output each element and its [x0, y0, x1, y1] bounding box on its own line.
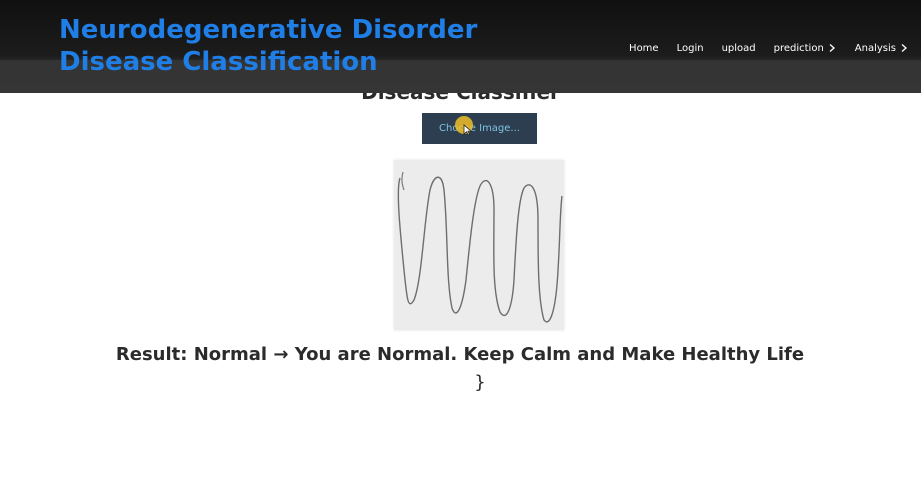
chevron-right-icon	[899, 43, 909, 53]
main-nav: Home Login upload prediction Analysis	[611, 40, 909, 56]
site-title[interactable]: Neurodegenerative Disorder Disease Class…	[59, 14, 529, 78]
chevron-right-icon	[827, 43, 837, 53]
nav-prediction[interactable]: prediction	[774, 43, 837, 54]
choose-image-button[interactable]: Choose Image...	[422, 113, 537, 144]
nav-analysis-label: Analysis	[854, 42, 896, 54]
nav-analysis[interactable]: Analysis	[855, 43, 909, 54]
nav-upload-label: upload	[721, 42, 756, 54]
nav-login[interactable]: Login	[677, 43, 704, 54]
nav-upload[interactable]: upload	[722, 43, 756, 54]
mouse-pointer-icon	[463, 124, 472, 136]
site-header: Neurodegenerative Disorder Disease Class…	[0, 0, 921, 93]
image-preview	[394, 160, 564, 330]
nav-prediction-label: prediction	[773, 42, 824, 54]
trailing-brace: }	[474, 372, 486, 393]
nav-home-label: Home	[629, 42, 659, 54]
spiral-drawing-image	[394, 160, 564, 330]
nav-login-label: Login	[676, 42, 704, 54]
nav-home[interactable]: Home	[629, 43, 659, 54]
result-text: Result: Normal → You are Normal. Keep Ca…	[115, 344, 805, 365]
